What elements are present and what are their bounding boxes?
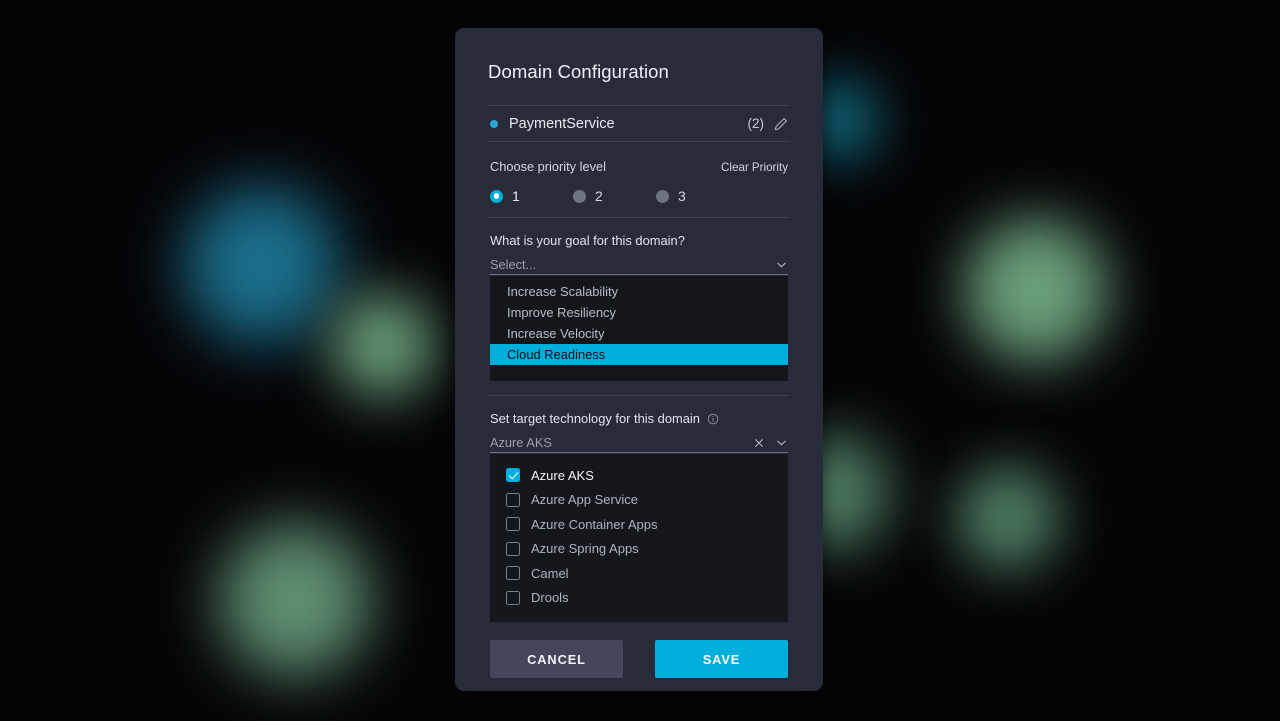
- technology-option[interactable]: Azure Container Apps: [490, 512, 788, 537]
- app-background: Domain Configuration PaymentService (2) …: [0, 0, 1280, 721]
- radio-mark: [656, 190, 669, 203]
- technology-option-list[interactable]: Azure AKS Azure App Service Azure Containe…: [490, 454, 788, 622]
- technology-option-label: Drools: [531, 590, 569, 605]
- chevron-down-icon[interactable]: [775, 436, 788, 449]
- priority-radio-3[interactable]: 3: [656, 188, 739, 204]
- save-button[interactable]: SAVE: [655, 640, 788, 678]
- goal-option[interactable]: Increase Velocity: [490, 323, 788, 344]
- checkbox-icon[interactable]: [506, 542, 520, 556]
- checkbox-icon[interactable]: [506, 566, 520, 580]
- priority-header: Choose priority level Clear Priority: [488, 159, 790, 174]
- technology-option-label: Azure Spring Apps: [531, 541, 639, 556]
- goal-select[interactable]: Select...: [490, 255, 788, 275]
- goal-dropdown-list[interactable]: Increase ScalabilityImprove ResiliencyIn…: [490, 276, 788, 381]
- checkbox-icon[interactable]: [506, 493, 520, 507]
- radio-mark: [573, 190, 586, 203]
- technology-option-label: Azure App Service: [531, 492, 638, 507]
- checkbox-checked-icon[interactable]: [506, 468, 520, 482]
- priority-radio-label: 3: [678, 188, 686, 204]
- technology-option[interactable]: Drools: [490, 586, 788, 611]
- cancel-button[interactable]: CANCEL: [490, 640, 623, 678]
- blob-teal-left: [184, 187, 340, 343]
- technology-option[interactable]: Camel: [490, 561, 788, 586]
- goal-option[interactable]: Cloud Readiness: [490, 344, 788, 365]
- priority-radio-label: 1: [512, 188, 520, 204]
- priority-radio-label: 2: [595, 188, 603, 204]
- goal-field: What is your goal for this domain? Selec…: [488, 233, 790, 381]
- technology-field: Set target technology for this domain Az…: [488, 411, 790, 622]
- domain-count-badge: (2): [748, 116, 765, 131]
- domain-status-dot: [490, 120, 498, 128]
- technology-option[interactable]: Azure App Service: [490, 488, 788, 513]
- technology-option-label: Camel: [531, 566, 569, 581]
- technology-select[interactable]: Azure AKS: [490, 433, 788, 453]
- priority-radio-2[interactable]: 2: [573, 188, 656, 204]
- technology-label: Set target technology for this domain: [490, 411, 788, 426]
- technology-option[interactable]: Azure Spring Apps: [490, 537, 788, 562]
- divider-domain: [488, 141, 790, 142]
- technology-option[interactable]: Azure AKS: [490, 463, 788, 488]
- checkbox-icon[interactable]: [506, 517, 520, 531]
- priority-radio-group: 1 2 3: [488, 188, 790, 204]
- modal-actions: CANCEL SAVE: [488, 640, 790, 678]
- info-circle-icon[interactable]: [707, 413, 719, 425]
- domain-name-label: PaymentService: [509, 116, 748, 132]
- close-icon[interactable]: [753, 437, 765, 449]
- goal-label: What is your goal for this domain?: [490, 233, 788, 248]
- technology-label-text: Set target technology for this domain: [490, 411, 700, 426]
- page-title: Domain Configuration: [488, 28, 790, 83]
- goal-option[interactable]: Improve Resiliency: [490, 302, 788, 323]
- goal-label-text: What is your goal for this domain?: [490, 233, 685, 248]
- blob-green-right-top: [964, 218, 1108, 362]
- priority-radio-1[interactable]: 1: [490, 188, 573, 204]
- blob-green-right-low: [956, 466, 1060, 570]
- divider-goal: [488, 395, 790, 396]
- goal-option[interactable]: Increase Scalability: [490, 281, 788, 302]
- divider-priority: [488, 217, 790, 218]
- technology-option-label: Azure Container Apps: [531, 517, 657, 532]
- chevron-down-icon[interactable]: [775, 258, 788, 271]
- blob-green-left-upper: [331, 293, 435, 397]
- radio-mark: [490, 190, 503, 203]
- checkbox-icon[interactable]: [506, 591, 520, 605]
- goal-select-value: Select...: [490, 257, 775, 272]
- blob-green-left-lower: [219, 524, 371, 676]
- domain-row[interactable]: PaymentService (2): [488, 106, 790, 141]
- technology-select-value: Azure AKS: [490, 435, 753, 450]
- clear-priority-button[interactable]: Clear Priority: [721, 161, 788, 174]
- priority-label: Choose priority level: [490, 159, 606, 174]
- domain-configuration-modal: Domain Configuration PaymentService (2) …: [455, 28, 823, 691]
- pencil-icon[interactable]: [774, 117, 788, 131]
- technology-option-label: Azure AKS: [531, 468, 594, 483]
